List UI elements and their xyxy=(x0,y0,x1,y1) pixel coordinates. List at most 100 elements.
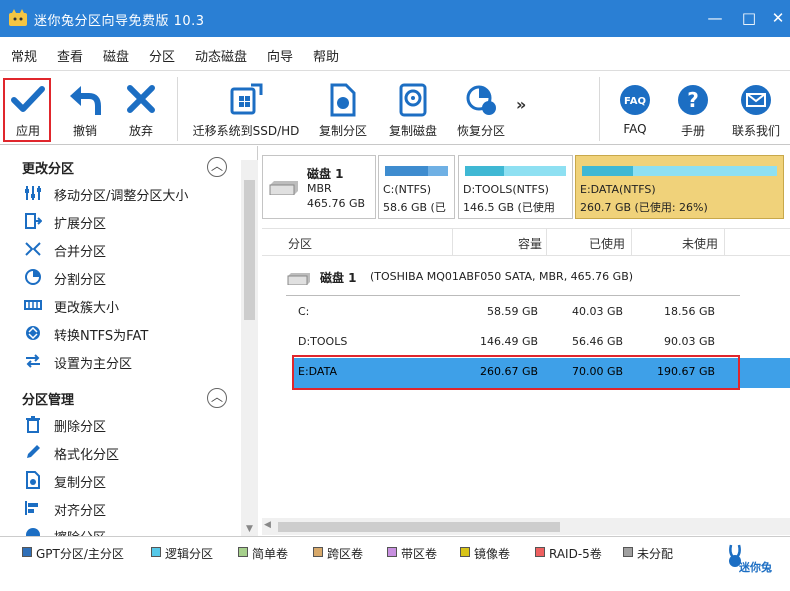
recover-partition-icon xyxy=(466,85,496,115)
col-unused[interactable]: 未使用 xyxy=(682,235,718,252)
partition-label: C:(NTFS) xyxy=(383,183,432,196)
trash-icon xyxy=(26,416,40,433)
migrate-os-label: 迁移系统到SSD/HD xyxy=(192,124,300,138)
copy-partition-icon xyxy=(330,83,356,117)
partition-detail: 58.6 GB (已 xyxy=(383,201,446,214)
col-partition[interactable]: 分区 xyxy=(288,235,312,252)
op-move-resize[interactable]: 移动分区/调整分区大小 xyxy=(22,182,232,204)
op-ntfs-to-fat[interactable]: 转换NTFS为FAT xyxy=(22,322,232,344)
op-copy[interactable]: 复制分区 xyxy=(22,469,232,491)
maximize-button[interactable]: □ xyxy=(737,6,761,30)
copy-partition-button[interactable]: 复制分区 xyxy=(314,71,372,145)
cluster-size-icon xyxy=(24,300,42,310)
copy-disk-button[interactable]: 复制磁盘 xyxy=(384,71,442,145)
disk-row[interactable]: 磁盘 1 (TOSHIBA MQ01ABF050 SATA, MBR, 465.… xyxy=(262,262,790,292)
cell-unused: 18.56 GB xyxy=(664,305,716,318)
legend-swatch xyxy=(387,547,397,557)
partition-management-title: 分区管理 xyxy=(22,393,75,408)
contact-us-button[interactable]: 联系我们 xyxy=(728,71,784,145)
partition-block-d[interactable]: D:TOOLS(NTFS) 146.5 GB (已使用 xyxy=(458,155,573,219)
op-label: 对齐分区 xyxy=(54,504,107,519)
scrollbar-thumb[interactable] xyxy=(278,522,560,532)
chevron-right-icon: » xyxy=(516,95,527,114)
op-cluster-size[interactable]: 更改簇大小 xyxy=(22,294,232,316)
cell-partition: D:TOOLS xyxy=(298,335,348,348)
faq-button[interactable]: FAQ FAQ xyxy=(611,71,659,145)
menu-view[interactable]: 查看 xyxy=(57,46,83,65)
disk-map: 磁盘 1 MBR 465.76 GB C:(NTFS) 58.6 GB (已 D… xyxy=(262,152,790,220)
op-label: 移动分区/调整分区大小 xyxy=(54,189,189,204)
mail-icon xyxy=(741,85,771,115)
scrollbar-thumb[interactable] xyxy=(244,180,255,320)
cell-used: 40.03 GB xyxy=(572,305,624,318)
col-capacity[interactable]: 容量 xyxy=(518,235,542,252)
collapse-change-icon[interactable]: ︿ xyxy=(207,157,227,177)
op-set-primary[interactable]: 设置为主分区 xyxy=(22,350,232,372)
help-question-icon: ? xyxy=(678,85,708,115)
title-bar: 迷你兔分区向导免费版 10.3 — □ ✕ xyxy=(0,0,790,37)
table-row[interactable]: C: 58.59 GB 40.03 GB 18.56 GB xyxy=(293,298,790,328)
table-row[interactable]: D:TOOLS 146.49 GB 56.46 GB 90.03 GB xyxy=(293,328,790,358)
close-button[interactable]: ✕ xyxy=(766,6,790,30)
disk-size: 465.76 GB xyxy=(307,197,366,210)
col-divider xyxy=(724,229,725,256)
menu-general[interactable]: 常规 xyxy=(11,46,37,65)
copy-file-icon xyxy=(26,471,40,489)
left-panel-scrollbar[interactable]: ▼ xyxy=(241,160,258,536)
recover-partition-label: 恢复分区 xyxy=(456,124,505,138)
partition-block-c[interactable]: C:(NTFS) 58.6 GB (已 xyxy=(378,155,455,219)
op-label: 复制分区 xyxy=(54,476,107,491)
col-used[interactable]: 已使用 xyxy=(589,235,625,252)
legend-swatch xyxy=(238,547,248,557)
partition-block-e[interactable]: E:DATA(NTFS) 260.7 GB (已使用: 26%) xyxy=(575,155,784,219)
menu-dynamic-disk[interactable]: 动态磁盘 xyxy=(195,46,247,65)
op-merge[interactable]: 合并分区 xyxy=(22,238,232,260)
legend-label: RAID-5卷 xyxy=(549,547,602,561)
legend-label: 跨区卷 xyxy=(327,547,364,561)
menu-partition[interactable]: 分区 xyxy=(149,46,175,65)
undo-button[interactable]: 撤销 xyxy=(62,71,108,145)
menu-disk[interactable]: 磁盘 xyxy=(103,46,129,65)
minimize-button[interactable]: — xyxy=(703,6,727,30)
migrate-os-button[interactable]: 迁移系统到SSD/HD xyxy=(190,71,302,145)
op-extend[interactable]: 扩展分区 xyxy=(22,210,232,232)
legend-label: 带区卷 xyxy=(401,547,438,561)
align-icon xyxy=(25,501,38,515)
op-align[interactable]: 对齐分区 xyxy=(22,497,232,519)
change-partition-title: 更改分区 xyxy=(22,162,75,177)
legend-label: GPT分区/主分区 xyxy=(36,547,124,561)
pencil-icon xyxy=(27,445,40,458)
hard-disk-icon xyxy=(269,181,298,195)
discard-button[interactable]: 放弃 xyxy=(118,71,164,145)
manual-button[interactable]: ? 手册 xyxy=(669,71,717,145)
migrate-os-icon xyxy=(230,83,263,115)
contact-us-label: 联系我们 xyxy=(731,124,780,138)
scroll-down-arrow-icon[interactable]: ▼ xyxy=(241,524,258,534)
legend-label: 简单卷 xyxy=(252,547,289,561)
more-tools-button[interactable]: » xyxy=(512,71,532,145)
resize-sliders-icon xyxy=(25,186,41,200)
table-horizontal-scrollbar[interactable]: ◀ xyxy=(262,518,790,535)
recover-partition-button[interactable]: 恢复分区 xyxy=(452,71,510,145)
disk-row-description: (TOSHIBA MQ01ABF050 SATA, MBR, 465.76 GB… xyxy=(370,270,634,283)
copy-disk-icon xyxy=(399,83,427,117)
legend-bar: GPT分区/主分区 逻辑分区 简单卷 跨区卷 带区卷 镜像卷 RAID-5卷 未… xyxy=(0,536,790,591)
scroll-left-arrow-icon[interactable]: ◀ xyxy=(264,520,271,530)
menu-bar: 常规 查看 磁盘 分区 动态磁盘 向导 帮助 xyxy=(0,37,790,71)
op-delete[interactable]: 删除分区 xyxy=(22,413,232,435)
copy-disk-label: 复制磁盘 xyxy=(388,124,437,138)
menu-help[interactable]: 帮助 xyxy=(313,46,339,65)
disk-info-block[interactable]: 磁盘 1 MBR 465.76 GB xyxy=(262,155,376,219)
toolbar-separator-2 xyxy=(599,77,600,141)
col-divider xyxy=(546,229,547,256)
op-label: 设置为主分区 xyxy=(54,357,133,372)
menu-wizard[interactable]: 向导 xyxy=(267,46,293,65)
op-split[interactable]: 分割分区 xyxy=(22,266,232,288)
op-format[interactable]: 格式化分区 xyxy=(22,441,232,463)
partition-label: D:TOOLS(NTFS) xyxy=(463,183,549,196)
op-wipe[interactable]: 擦除分区 xyxy=(22,524,232,536)
op-label: 擦除分区 xyxy=(54,527,106,536)
legend-swatch xyxy=(460,547,470,557)
collapse-manage-icon[interactable]: ︿ xyxy=(207,388,227,408)
wipe-icon xyxy=(26,528,40,536)
